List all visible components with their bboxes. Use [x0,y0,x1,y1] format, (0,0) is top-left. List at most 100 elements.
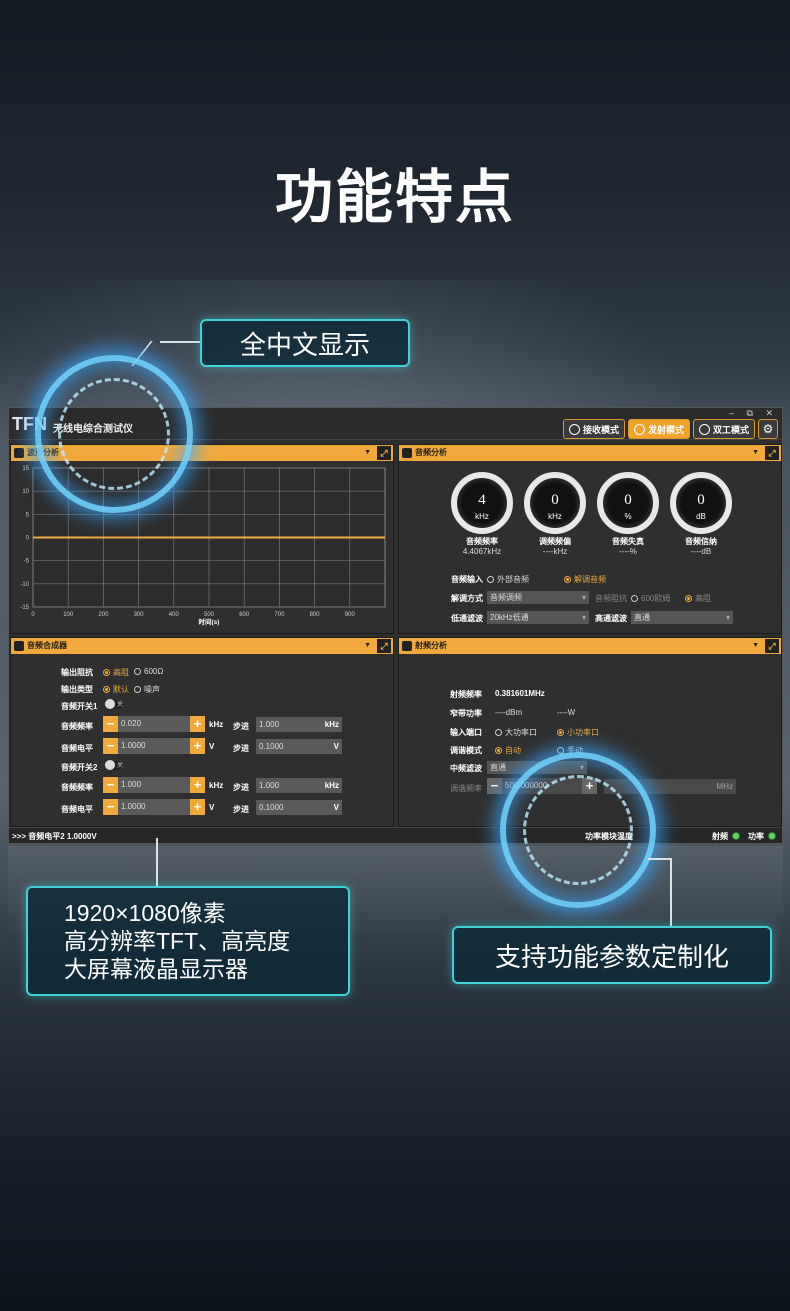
out-type-label: 输出类型 [61,685,93,694]
window-controls[interactable]: – ⧉ ✕ [729,408,778,419]
gauge-unit: kHz [475,512,489,521]
x-tick-label: 800 [310,612,321,618]
maximize-icon[interactable]: ⤢ [377,446,391,460]
decrement-button[interactable]: − [103,738,118,754]
dropdown-arrow-icon[interactable]: ▼ [364,445,371,461]
maximize-icon[interactable]: ⤢ [765,639,779,653]
port-high-power-radio[interactable]: 大功率口 [495,727,537,738]
decrement-button[interactable]: − [487,778,502,794]
panel-title: 射频分析 [415,641,447,650]
indicator-label: 射频 [712,832,728,841]
radio-label: 默认 [113,685,129,694]
audio-input-external-radio[interactable]: 外部音频 [487,574,529,585]
freq2-step-input[interactable]: 1.000 kHz [256,778,342,793]
gauge-value: 4 [478,492,486,508]
mode-duplex-button[interactable]: 双工模式 [692,419,755,439]
level2-step-input[interactable]: 0.1000 V [256,800,342,815]
demod-select[interactable]: 音频调频 [487,591,589,604]
decrement-button[interactable]: − [103,716,118,732]
tune-freq-input[interactable]: 500.000000 [502,778,582,794]
freq2-input[interactable]: 1.000 [118,777,190,793]
rf-freq-value: 0.381601MHz [495,689,545,698]
increment-button[interactable]: + [190,799,205,815]
badge-text: 支持功能参数定制化 [494,941,729,972]
switch1-label: 音频开关1 [61,702,98,711]
decrement-button[interactable]: − [103,799,118,815]
level1-label: 音频电平 [61,744,93,753]
settings-gear-icon[interactable]: ⚙ [758,419,778,439]
out-type-default-radio[interactable]: 默认 [103,684,129,695]
level1-step-input[interactable]: 0.1000 V [256,739,342,754]
badge-text: 全中文显示 [239,329,370,360]
x-tick-label: 900 [345,612,356,618]
level2-stepper: −1.0000 + V [103,799,214,815]
lowpass-select[interactable]: 20kHz低通 [487,611,589,624]
dropdown-arrow-icon[interactable]: ▼ [364,638,371,654]
tune-auto-radio[interactable]: 自动 [495,745,521,756]
field-value: 0.1000 [259,742,284,751]
dropdown-arrow-icon[interactable]: ▼ [752,445,759,461]
mode-transmit-button[interactable]: 发射模式 [627,419,690,439]
switch1-toggle[interactable]: 关 [103,699,124,710]
if-filter-select[interactable]: 直通 [487,761,587,774]
badge-line: 高分辨率TFT、高亮度 [64,928,291,954]
increment-button[interactable]: + [190,738,205,754]
port-low-power-radio[interactable]: 小功率口 [557,727,599,738]
y-tick-label: -5 [24,559,30,565]
level1-input[interactable]: 1.0000 [118,738,190,754]
y-tick-label: -10 [20,582,29,588]
app-titlebar: TFN 无线电综合测试仪 – ⧉ ✕ 接收模式 发射模式 双工模式 ⚙ [9,408,782,440]
impedance-600-radio[interactable]: 600欧姆 [631,593,670,604]
out-imp-high-radio[interactable]: 高阻 [103,667,129,678]
rf-analysis-panel: 射频分析 ▼ ⤢ 射频频率 0.381601MHz 窄带功率 ----dBm ---… [398,637,782,827]
rf-indicator: 射频 [712,831,740,842]
tune-manual-radio[interactable]: 手动 [557,745,583,756]
gauge-unit: % [624,512,632,521]
step-label: 步进 [233,722,249,731]
audio-input-demod-radio[interactable]: 解调音频 [564,574,606,585]
freq1-step-input[interactable]: 1.000 kHz [256,717,342,732]
panel-title: 音频分析 [415,448,447,457]
app-logo: TFN [12,414,47,434]
gauge-audio-frequency: 4 kHz 音频频率 4.4067kHz [450,472,514,556]
y-tick-label: 0 [26,536,30,542]
unit-label: V [209,802,215,812]
switch2-toggle[interactable]: 关 [103,760,123,771]
freq1-input[interactable]: 0.020 [118,716,190,732]
increment-button[interactable]: + [582,778,597,794]
panel-header: 波形分析 ▼ ⤢ [11,445,393,461]
leader-line [160,341,202,343]
step-label: 步进 [233,783,249,792]
increment-button[interactable]: + [190,777,205,793]
highpass-select[interactable]: 直通 [631,611,733,624]
gauge-dial: 4 kHz [451,472,513,534]
toggle-state: 关 [117,702,124,708]
maximize-icon[interactable]: ⤢ [377,639,391,653]
gauge-reading: ----% [619,547,637,556]
mode-receive-button[interactable]: 接收模式 [562,419,625,439]
transmit-icon [633,423,645,435]
mode-label: 接收模式 [582,424,619,435]
gauge-dial: 0 dB [670,472,732,534]
panel-header: 音频分析 ▼ ⤢ [399,445,781,461]
dropdown-arrow-icon[interactable]: ▼ [752,638,759,654]
narrow-power-w: ----W [557,708,576,717]
app-title: 无线电综合测试仪 [53,424,133,435]
increment-button[interactable]: + [190,716,205,732]
out-imp-600-radio[interactable]: 600Ω [134,667,163,676]
out-type-noise-radio[interactable]: 噪声 [134,684,160,695]
badge-line: 大屏幕液晶显示器 [64,956,248,982]
gauge-reading: 4.4067kHz [462,547,502,556]
decrement-button[interactable]: − [103,777,118,793]
impedance-high-radio[interactable]: 高阻 [685,593,711,604]
module-temp-label: 功率模块温度 [585,832,633,841]
app-window: TFN 无线电综合测试仪 – ⧉ ✕ 接收模式 发射模式 双工模式 ⚙ 波形分析… [8,407,783,844]
radio-label: 解调音频 [574,575,606,584]
x-tick-label: 700 [274,612,285,618]
maximize-icon[interactable]: ⤢ [765,446,779,460]
level2-input[interactable]: 1.0000 [118,799,190,815]
unit-label: kHz [209,780,224,790]
tune-freq-step-input[interactable]: MHz [604,779,736,794]
status-led-icon [768,832,776,840]
field-value: 1.000 [259,720,280,729]
